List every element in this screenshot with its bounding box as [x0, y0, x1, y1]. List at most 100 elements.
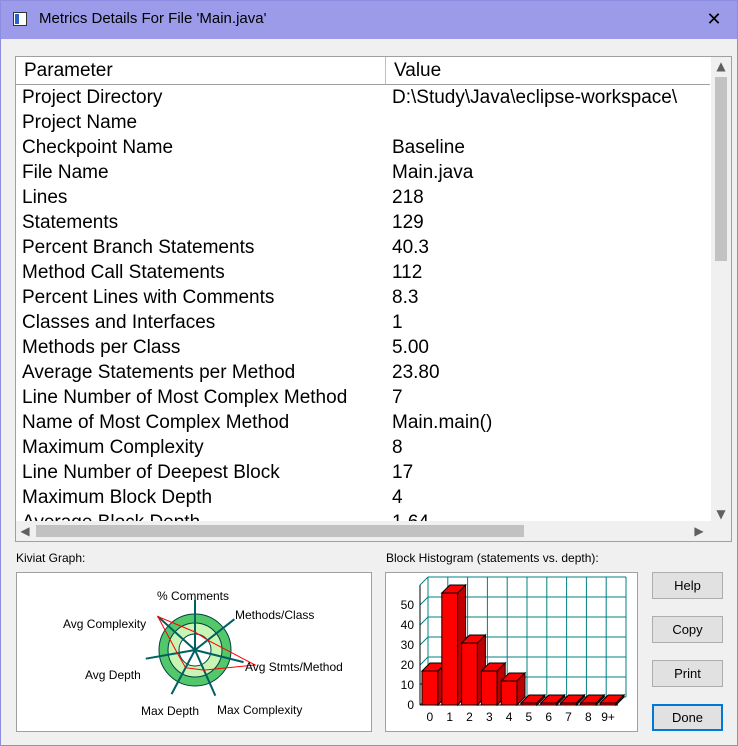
histogram-x-tick-label: 2	[466, 710, 473, 724]
parameter-cell: Line Number of Most Complex Method	[22, 387, 348, 408]
print-button[interactable]: Print	[652, 660, 723, 687]
value-cell: Baseline	[392, 137, 465, 158]
histogram-svg: 010203040500 1 2 3 4 5 6 7 8 9+	[401, 576, 627, 724]
horizontal-scrollbar[interactable]: ◀ ▶	[16, 521, 731, 541]
histogram-x-tick-label: 3	[486, 710, 493, 724]
table-row[interactable]: Percent Branch Statements 40.3	[16, 235, 710, 260]
histogram-bar	[441, 592, 459, 706]
value-cell: 17	[392, 462, 414, 483]
table-row[interactable]: Lines 218	[16, 185, 710, 210]
table-row[interactable]: Name of Most Complex Method Main.main()	[16, 410, 710, 435]
table-row[interactable]: Maximum Block Depth 4	[16, 485, 710, 510]
value-cell: 23.80	[392, 362, 440, 383]
histogram-grid-line	[419, 656, 429, 666]
value-cell: 8	[392, 437, 403, 458]
block-histogram: 0 10 20 30 40 50 0 1 2 3 4 5 6 7 8 9+	[385, 572, 638, 732]
parameter-cell: Project Directory	[22, 87, 163, 108]
copy-button[interactable]: Copy	[652, 616, 723, 643]
histogram-y-tick-label: 10	[401, 678, 415, 692]
value-cell: 5.00	[392, 337, 429, 358]
parameter-cell: Checkpoint Name	[22, 137, 174, 158]
kiviat-svg: % Comments Methods/Class Avg Stmts/Metho…	[63, 589, 343, 718]
histogram-label: Block Histogram (statements vs. depth):	[386, 551, 599, 565]
kiviat-axis-max-complexity: Max Complexity	[217, 703, 302, 717]
value-cell: 8.3	[392, 287, 419, 308]
vertical-scroll-thumb[interactable]	[715, 77, 727, 261]
histogram-y-tick-label: 30	[401, 638, 415, 652]
histogram-x-tick-label: 8	[585, 710, 592, 724]
help-button[interactable]: Help	[652, 572, 723, 599]
table-row[interactable]: Checkpoint Name Baseline	[16, 135, 710, 160]
histogram-y-tick-label: 0	[407, 698, 414, 712]
table-row[interactable]: Maximum Complexity 8	[16, 435, 710, 460]
kiviat-graph: % Comments Methods/Class Avg Stmts/Metho…	[16, 572, 372, 732]
column-header-value[interactable]: Value	[386, 57, 716, 84]
scroll-up-icon[interactable]: ▲	[711, 57, 731, 75]
histogram-x-tick-label: 6	[545, 710, 552, 724]
horizontal-scroll-thumb[interactable]	[36, 525, 524, 537]
list-rows: Project Directory D:\Study\Java\eclipse-w…	[16, 85, 710, 525]
histogram-bar	[500, 680, 518, 706]
vertical-scrollbar[interactable]: ▲ ▼	[711, 57, 731, 523]
histogram-x-tick-label: 1	[446, 710, 453, 724]
table-row[interactable]: Methods per Class 5.00	[16, 335, 710, 360]
table-row[interactable]: File Name Main.java	[16, 160, 710, 185]
parameter-cell: Methods per Class	[22, 337, 181, 358]
metrics-details-window: Metrics Details For File 'Main.java' ✕ P…	[0, 0, 738, 746]
parameter-cell: Classes and Interfaces	[22, 312, 216, 333]
value-cell: 7	[392, 387, 403, 408]
histogram-grid-line	[419, 596, 429, 606]
value-cell	[392, 110, 710, 135]
histogram-x-tick-label: 5	[526, 710, 533, 724]
parameter-cell: Percent Branch Statements	[22, 237, 255, 258]
list-header: Parameter Value	[16, 57, 710, 85]
histogram-bar	[421, 670, 439, 706]
histogram-y-tick-label: 40	[401, 618, 415, 632]
parameter-cell: Lines	[22, 187, 68, 208]
parameter-cell: Maximum Complexity	[22, 437, 204, 458]
histogram-grid-line	[419, 616, 429, 626]
table-row[interactable]: Classes and Interfaces 1	[16, 310, 710, 335]
title-bar[interactable]: Metrics Details For File 'Main.java' ✕	[1, 1, 737, 39]
metrics-list[interactable]: Parameter Value Project Directory D:\Stud…	[15, 56, 732, 542]
table-row[interactable]: Average Statements per Method 23.80	[16, 360, 710, 385]
window-title: Metrics Details For File 'Main.java'	[39, 10, 267, 27]
histogram-bar	[480, 670, 498, 706]
value-cell: D:\Study\Java\eclipse-workspace\	[392, 87, 678, 108]
table-row[interactable]: Method Call Statements 112	[16, 260, 710, 285]
scroll-right-icon[interactable]: ▶	[690, 521, 708, 541]
value-cell: 40.3	[392, 237, 429, 258]
histogram-x-tick-label: 0	[427, 710, 434, 724]
value-cell: 1	[392, 312, 403, 333]
histogram-x-tick-label: 7	[565, 710, 572, 724]
parameter-cell: Maximum Block Depth	[22, 487, 213, 508]
table-row[interactable]: Project Directory D:\Study\Java\eclipse-w…	[16, 85, 710, 110]
histogram-x-tick-label: 9+	[601, 710, 615, 724]
value-cell: 112	[392, 262, 423, 283]
histogram-grid-line	[419, 636, 429, 646]
value-cell: 218	[392, 187, 424, 208]
app-icon	[13, 12, 27, 26]
parameter-cell: File Name	[22, 162, 109, 183]
parameter-cell: Statements	[22, 212, 119, 233]
parameter-cell: Project Name	[22, 112, 138, 133]
table-row[interactable]: Statements 129	[16, 210, 710, 235]
table-row[interactable]: Percent Lines with Comments 8.3	[16, 285, 710, 310]
column-header-parameter[interactable]: Parameter	[16, 57, 386, 84]
table-row[interactable]: Project Name	[16, 110, 710, 135]
scroll-left-icon[interactable]: ◀	[16, 521, 34, 541]
close-button[interactable]: ✕	[701, 7, 727, 33]
value-cell: 4	[392, 487, 403, 508]
histogram-bar	[461, 642, 478, 706]
parameter-cell: Method Call Statements	[22, 262, 225, 283]
histogram-x-tick-label: 4	[506, 710, 513, 724]
parameter-cell: Percent Lines with Comments	[22, 287, 275, 308]
kiviat-axis-comments: % Comments	[157, 589, 229, 603]
table-row[interactable]: Line Number of Deepest Block 17	[16, 460, 710, 485]
done-button[interactable]: Done	[652, 704, 723, 731]
table-row[interactable]: Line Number of Most Complex Method 7	[16, 385, 710, 410]
kiviat-label: Kiviat Graph:	[16, 551, 86, 565]
kiviat-axis-max-depth: Max Depth	[141, 704, 199, 718]
value-cell: Main.java	[392, 162, 474, 183]
value-cell: 129	[392, 212, 424, 233]
